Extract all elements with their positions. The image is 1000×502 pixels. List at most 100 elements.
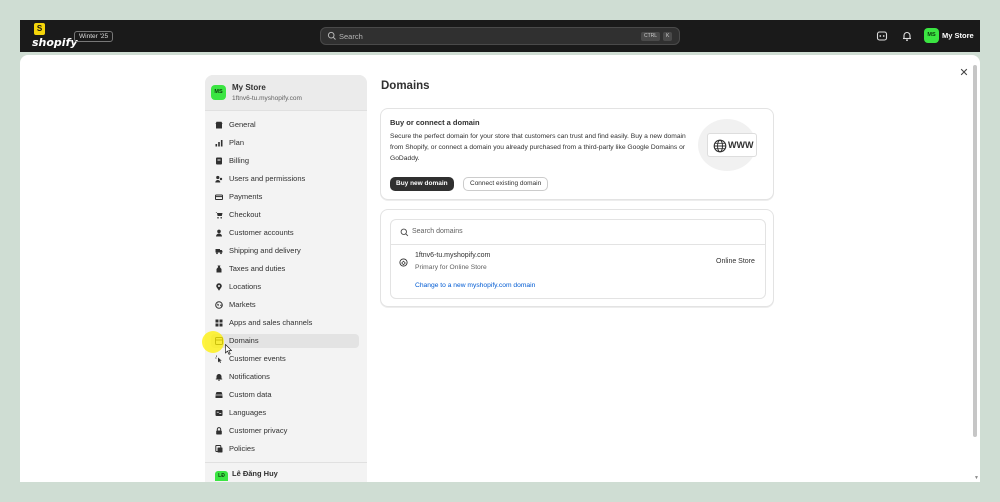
sidebar-item-label: Languages: [229, 408, 267, 417]
bell-icon: [215, 374, 223, 381]
connect-existing-domain-button[interactable]: Connect existing domain: [463, 177, 549, 191]
sidebar-item-label: Shipping and delivery: [229, 246, 301, 255]
sidebar-item-label: Payments: [229, 192, 263, 201]
settings-panel: ✕ ▼ MS My Store 1ftnv6-tu.myshopify.com …: [20, 55, 980, 482]
shopify-bag-icon: S: [34, 23, 45, 35]
settings-sidebar: MS My Store 1ftnv6-tu.myshopify.com Gene…: [205, 75, 367, 482]
sidebar-item-label: Custom data: [229, 390, 272, 399]
sidebar-item-taxes-and-duties[interactable]: Taxes and duties: [211, 262, 359, 276]
store-menu[interactable]: My Store: [942, 31, 974, 40]
buy-new-domain-button[interactable]: Buy new domain: [390, 177, 454, 191]
user-name[interactable]: Lê Đăng Huy: [232, 469, 278, 478]
global-search[interactable]: Search CTRL K: [320, 27, 680, 45]
close-icon[interactable]: ✕: [957, 66, 971, 80]
domains-table: Search domains 1ftnv6-tu.myshopify.com P…: [390, 219, 766, 299]
plan-icon: [215, 140, 223, 147]
domain-globe-icon: [399, 258, 408, 267]
avatar[interactable]: MS: [924, 28, 939, 43]
cursor-highlight: [202, 331, 224, 353]
store-name: My Store: [232, 83, 266, 92]
payments-icon: [215, 194, 223, 200]
scrollbar[interactable]: [973, 65, 977, 437]
sidebar-item-label: Customer privacy: [229, 426, 288, 435]
location-icon: [216, 283, 222, 291]
page-title: Domains: [381, 80, 430, 92]
sidebar-item-policies[interactable]: Policies: [211, 442, 359, 456]
sidebar-item-label: Apps and sales channels: [229, 318, 313, 327]
cart-icon: [215, 212, 223, 219]
card-title: Buy or connect a domain: [390, 118, 480, 127]
languages-icon: [215, 410, 223, 416]
shopify-logo[interactable]: S shopify: [32, 22, 78, 50]
sidebar-item-label: Taxes and duties: [229, 264, 286, 273]
sidebar-item-label: Locations: [229, 282, 262, 291]
globe-icon: [215, 301, 223, 309]
domain-channel: Online Store: [716, 258, 755, 265]
sidebar-item-customer-events[interactable]: Customer events: [211, 352, 359, 366]
truck-icon: [215, 249, 223, 255]
users-icon: [215, 175, 223, 183]
sidebar-item-plan[interactable]: Plan: [211, 136, 359, 150]
sidebar-item-notifications[interactable]: Notifications: [211, 370, 359, 384]
apps-icon: [215, 319, 223, 327]
sidebar-item-general[interactable]: General: [211, 118, 359, 132]
top-bar: S shopify Winter '25 Search CTRL K MS My…: [20, 20, 980, 52]
kbd-ctrl: CTRL: [641, 32, 661, 41]
user-avatar: LĐ: [215, 471, 228, 481]
policies-icon: [215, 445, 223, 453]
sidebar-item-label: Policies: [229, 444, 255, 453]
sidekick-icon[interactable]: [876, 30, 888, 42]
sidebar-item-customer-accounts[interactable]: Customer accounts: [211, 226, 359, 240]
sidebar-item-checkout[interactable]: Checkout: [211, 208, 359, 222]
domain-name[interactable]: 1ftnv6-tu.myshopify.com: [415, 252, 490, 259]
sidebar-item-locations[interactable]: Locations: [211, 280, 359, 294]
sidebar-item-label: Billing: [229, 156, 250, 165]
sidebar-item-label: Customer events: [229, 354, 286, 363]
store-avatar: MS: [211, 85, 226, 100]
sidebar-item-label: Notifications: [229, 372, 270, 381]
sidebar-item-shipping-and-delivery[interactable]: Shipping and delivery: [211, 244, 359, 258]
search-domains-input[interactable]: Search domains: [391, 220, 765, 245]
domains-list-card: Search domains 1ftnv6-tu.myshopify.com P…: [380, 209, 774, 307]
change-domain-link[interactable]: Change to a new myshopify.com domain: [415, 282, 535, 289]
domain-subtitle: Primary for Online Store: [415, 264, 487, 271]
search-icon: [400, 228, 409, 237]
scroll-down-icon[interactable]: ▼: [974, 475, 979, 481]
www-text: WWW: [728, 140, 754, 150]
sidebar-item-label: Users and permissions: [229, 174, 306, 183]
sidebar-item-label: General: [229, 120, 256, 129]
sidebar-item-label: Customer accounts: [229, 228, 294, 237]
mouse-pointer-icon: [225, 344, 232, 355]
sidebar-item-markets[interactable]: Markets: [211, 298, 359, 312]
edition-badge[interactable]: Winter '25: [74, 31, 114, 42]
store-header[interactable]: MS My Store 1ftnv6-tu.myshopify.com: [205, 75, 367, 111]
kbd-k: K: [663, 32, 673, 41]
database-icon: [215, 392, 223, 398]
divider: [205, 462, 367, 463]
store-icon: [215, 121, 223, 129]
www-illustration: WWW: [707, 133, 757, 157]
sidebar-item-billing[interactable]: Billing: [211, 154, 359, 168]
search-domains-placeholder: Search domains: [412, 228, 463, 235]
cursor-click-icon: [215, 355, 222, 363]
taxes-icon: [216, 265, 222, 273]
sidebar-item-languages[interactable]: Languages: [211, 406, 359, 420]
sidebar-item-apps-and-sales-channels[interactable]: Apps and sales channels: [211, 316, 359, 330]
buy-domain-card: Buy or connect a domain Secure the perfe…: [380, 108, 774, 200]
person-icon: [216, 229, 222, 237]
logo-text: shopify: [32, 36, 78, 49]
globe-icon: [713, 139, 727, 153]
sidebar-item-customer-privacy[interactable]: Customer privacy: [211, 424, 359, 438]
sidebar-item-custom-data[interactable]: Custom data: [211, 388, 359, 402]
sidebar-item-users-and-permissions[interactable]: Users and permissions: [211, 172, 359, 186]
billing-icon: [216, 157, 222, 165]
card-description: Secure the perfect domain for your store…: [390, 133, 686, 162]
sidebar-item-label: Checkout: [229, 210, 261, 219]
sidebar-item-payments[interactable]: Payments: [211, 190, 359, 204]
bell-icon[interactable]: [901, 30, 913, 42]
sidebar-item-domains[interactable]: Domains: [211, 334, 359, 348]
lock-icon: [216, 427, 222, 435]
store-url: 1ftnv6-tu.myshopify.com: [232, 95, 302, 102]
search-icon: [327, 31, 336, 40]
sidebar-item-label: Plan: [229, 138, 245, 147]
